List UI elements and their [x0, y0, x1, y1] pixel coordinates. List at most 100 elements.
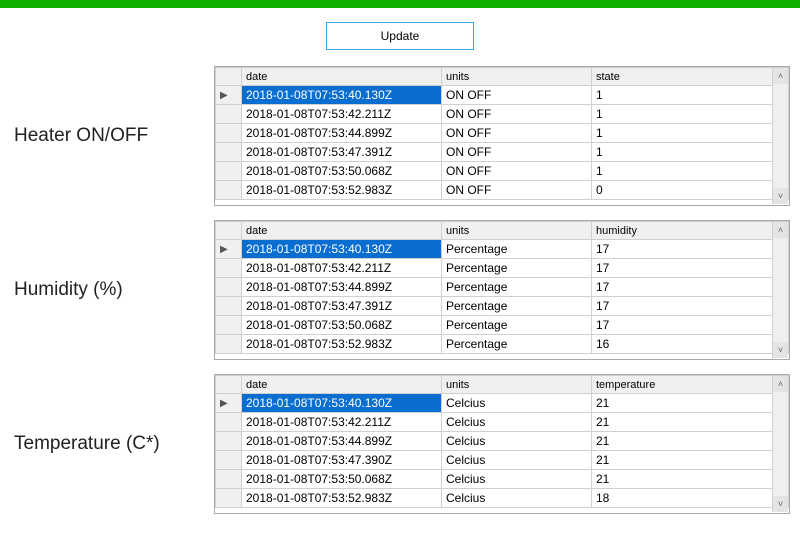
row-indicator — [216, 413, 242, 432]
cell-units[interactable]: Celcius — [442, 432, 592, 451]
cell-value[interactable]: 21 — [592, 413, 789, 432]
scroll-down-icon[interactable]: ˅ — [773, 496, 788, 512]
cell-value[interactable]: 1 — [592, 86, 789, 105]
cell-units[interactable]: Percentage — [442, 335, 592, 354]
cell-units[interactable]: ON OFF — [442, 162, 592, 181]
cell-date[interactable]: 2018-01-08T07:53:52.983Z — [242, 335, 442, 354]
datagrid[interactable]: dateunitshumidity▶2018-01-08T07:53:40.13… — [214, 220, 790, 360]
cell-units[interactable]: Celcius — [442, 470, 592, 489]
table-row[interactable]: 2018-01-08T07:53:52.983ZPercentage16 — [216, 335, 789, 354]
column-header[interactable]: date — [242, 68, 442, 86]
cell-date[interactable]: 2018-01-08T07:53:42.211Z — [242, 413, 442, 432]
cell-units[interactable]: Percentage — [442, 259, 592, 278]
column-header[interactable]: date — [242, 222, 442, 240]
cell-date[interactable]: 2018-01-08T07:53:47.391Z — [242, 297, 442, 316]
cell-units[interactable]: ON OFF — [442, 105, 592, 124]
cell-value[interactable]: 18 — [592, 489, 789, 508]
cell-date[interactable]: 2018-01-08T07:53:47.391Z — [242, 143, 442, 162]
column-header[interactable]: units — [442, 376, 592, 394]
cell-units[interactable]: Percentage — [442, 297, 592, 316]
cell-units[interactable]: Percentage — [442, 316, 592, 335]
column-header[interactable]: date — [242, 376, 442, 394]
table-row[interactable]: 2018-01-08T07:53:47.390ZCelcius21 — [216, 451, 789, 470]
cell-value[interactable]: 21 — [592, 470, 789, 489]
column-header[interactable]: units — [442, 222, 592, 240]
cell-units[interactable]: Percentage — [442, 278, 592, 297]
column-header[interactable]: units — [442, 68, 592, 86]
table-row[interactable]: ▶2018-01-08T07:53:40.130ZPercentage17 — [216, 240, 789, 259]
scroll-up-icon[interactable]: ˄ — [773, 68, 788, 84]
cell-date[interactable]: 2018-01-08T07:53:40.130Z — [242, 240, 442, 259]
table-row[interactable]: ▶2018-01-08T07:53:40.130ZCelcius21 — [216, 394, 789, 413]
cell-value[interactable]: 17 — [592, 259, 789, 278]
cell-units[interactable]: Percentage — [442, 240, 592, 259]
table-row[interactable]: 2018-01-08T07:53:42.211ZCelcius21 — [216, 413, 789, 432]
table-row[interactable]: 2018-01-08T07:53:50.068ZCelcius21 — [216, 470, 789, 489]
cell-value[interactable]: 17 — [592, 297, 789, 316]
scrollbar-vertical[interactable]: ˄˅ — [772, 68, 788, 204]
cell-date[interactable]: 2018-01-08T07:53:50.068Z — [242, 162, 442, 181]
table-row[interactable]: 2018-01-08T07:53:50.068ZPercentage17 — [216, 316, 789, 335]
cell-date[interactable]: 2018-01-08T07:53:50.068Z — [242, 316, 442, 335]
table-row[interactable]: 2018-01-08T07:53:52.983ZON OFF0 — [216, 181, 789, 200]
cell-value[interactable]: 21 — [592, 432, 789, 451]
scrollbar-vertical[interactable]: ˄˅ — [772, 376, 788, 512]
section-title: Temperature (C*) — [14, 433, 214, 455]
table-row[interactable]: 2018-01-08T07:53:50.068ZON OFF1 — [216, 162, 789, 181]
cell-date[interactable]: 2018-01-08T07:53:52.983Z — [242, 489, 442, 508]
table-row[interactable]: 2018-01-08T07:53:42.211ZPercentage17 — [216, 259, 789, 278]
table-row[interactable]: 2018-01-08T07:53:44.899ZCelcius21 — [216, 432, 789, 451]
cell-units[interactable]: Celcius — [442, 451, 592, 470]
table-row[interactable]: 2018-01-08T07:53:44.899ZPercentage17 — [216, 278, 789, 297]
table-row[interactable]: ▶2018-01-08T07:53:40.130ZON OFF1 — [216, 86, 789, 105]
cell-units[interactable]: Celcius — [442, 489, 592, 508]
cell-value[interactable]: 1 — [592, 124, 789, 143]
cell-value[interactable]: 16 — [592, 335, 789, 354]
cell-value[interactable]: 1 — [592, 143, 789, 162]
cell-value[interactable]: 17 — [592, 278, 789, 297]
cell-date[interactable]: 2018-01-08T07:53:40.130Z — [242, 394, 442, 413]
cell-value[interactable]: 1 — [592, 105, 789, 124]
cell-date[interactable]: 2018-01-08T07:53:50.068Z — [242, 470, 442, 489]
cell-value[interactable]: 21 — [592, 394, 789, 413]
scroll-down-icon[interactable]: ˅ — [773, 342, 788, 358]
row-header-corner — [216, 376, 242, 394]
datagrid[interactable]: dateunitsstate▶2018-01-08T07:53:40.130ZO… — [214, 66, 790, 206]
cell-date[interactable]: 2018-01-08T07:53:40.130Z — [242, 86, 442, 105]
table-row[interactable]: 2018-01-08T07:53:42.211ZON OFF1 — [216, 105, 789, 124]
scrollbar-vertical[interactable]: ˄˅ — [772, 222, 788, 358]
table-row[interactable]: 2018-01-08T07:53:52.983ZCelcius18 — [216, 489, 789, 508]
scroll-up-icon[interactable]: ˄ — [773, 376, 788, 392]
cell-value[interactable]: 17 — [592, 240, 789, 259]
cell-date[interactable]: 2018-01-08T07:53:42.211Z — [242, 105, 442, 124]
cell-units[interactable]: ON OFF — [442, 143, 592, 162]
data-section: Temperature (C*)dateunitstemperature▶201… — [0, 374, 800, 514]
cell-date[interactable]: 2018-01-08T07:53:44.899Z — [242, 432, 442, 451]
cell-value[interactable]: 0 — [592, 181, 789, 200]
cell-value[interactable]: 21 — [592, 451, 789, 470]
update-button[interactable]: Update — [326, 22, 474, 50]
scroll-down-icon[interactable]: ˅ — [773, 188, 788, 204]
column-header[interactable]: state — [592, 68, 789, 86]
cell-units[interactable]: ON OFF — [442, 181, 592, 200]
cell-units[interactable]: ON OFF — [442, 86, 592, 105]
cell-units[interactable]: Celcius — [442, 394, 592, 413]
row-indicator — [216, 259, 242, 278]
cell-value[interactable]: 17 — [592, 316, 789, 335]
cell-units[interactable]: Celcius — [442, 413, 592, 432]
cell-date[interactable]: 2018-01-08T07:53:52.983Z — [242, 181, 442, 200]
cell-date[interactable]: 2018-01-08T07:53:44.899Z — [242, 124, 442, 143]
cell-units[interactable]: ON OFF — [442, 124, 592, 143]
table-row[interactable]: 2018-01-08T07:53:47.391ZON OFF1 — [216, 143, 789, 162]
cell-date[interactable]: 2018-01-08T07:53:42.211Z — [242, 259, 442, 278]
datagrid[interactable]: dateunitstemperature▶2018-01-08T07:53:40… — [214, 374, 790, 514]
scroll-up-icon[interactable]: ˄ — [773, 222, 788, 238]
row-indicator — [216, 335, 242, 354]
column-header[interactable]: humidity — [592, 222, 789, 240]
table-row[interactable]: 2018-01-08T07:53:44.899ZON OFF1 — [216, 124, 789, 143]
column-header[interactable]: temperature — [592, 376, 789, 394]
cell-value[interactable]: 1 — [592, 162, 789, 181]
cell-date[interactable]: 2018-01-08T07:53:44.899Z — [242, 278, 442, 297]
cell-date[interactable]: 2018-01-08T07:53:47.390Z — [242, 451, 442, 470]
table-row[interactable]: 2018-01-08T07:53:47.391ZPercentage17 — [216, 297, 789, 316]
